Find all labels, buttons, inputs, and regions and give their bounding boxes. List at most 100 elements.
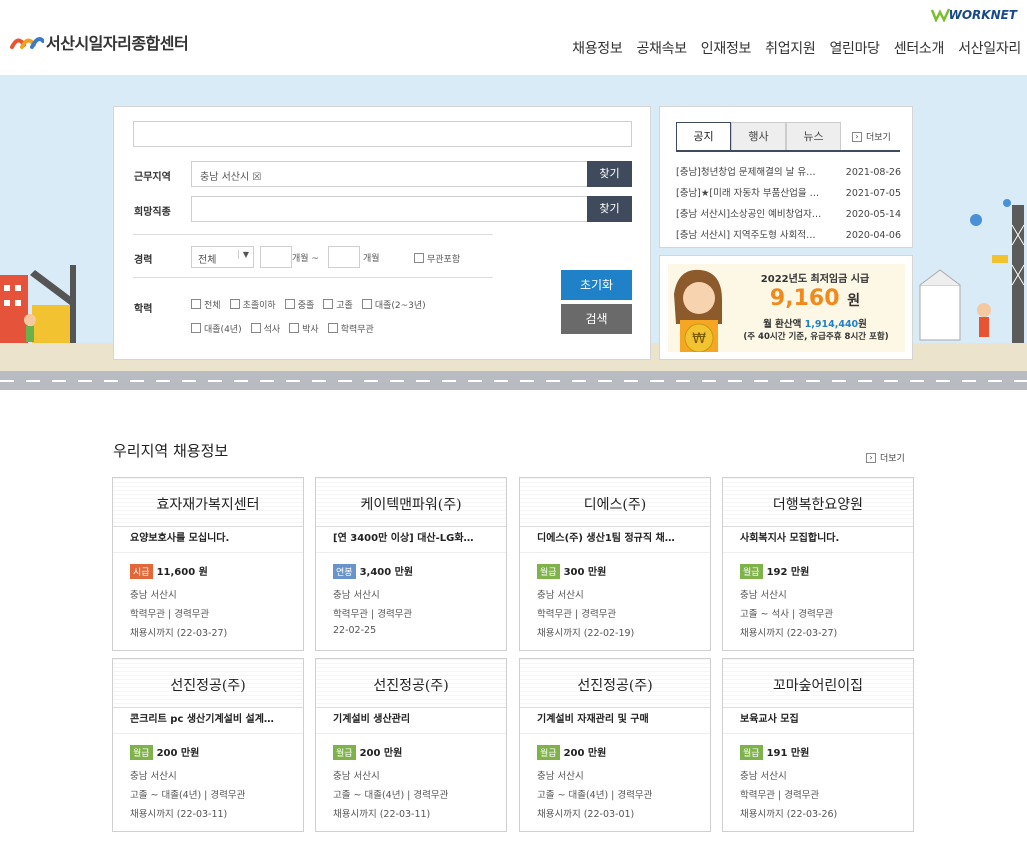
job-type-find-button[interactable]: 찾기	[587, 196, 632, 222]
nav-item-employment-support[interactable]: 취업지원	[765, 38, 816, 58]
job-deadline: 채용시까지 (22-02-19)	[537, 628, 635, 639]
job-card[interactable]: 디에스(주) 디에스(주) 생산1팀 정규직 채… 월급 300 만원 충남 서산시 학력…	[519, 477, 711, 651]
job-type-label: 희망직종	[134, 207, 171, 218]
pay-type-badge: 연봉	[333, 564, 356, 579]
job-card[interactable]: 케이텍맨파워(주) [연 3400만 이상] 대산-LG화… 연봉 3,400 만원 충…	[315, 477, 507, 651]
job-title: 기계설비 자재관리 및 구매	[520, 708, 710, 734]
banner-monthly: 월 환산액 1,914,440원	[730, 316, 900, 330]
company-name: 선진정공(주)	[113, 659, 303, 708]
job-card[interactable]: 선진정공(주) 기계설비 생산관리 월급 200 만원 충남 서산시 고졸 ~ 대졸(4년…	[315, 658, 507, 832]
job-card[interactable]: 꼬마숲어린이집 보육교사 모집 월급 191 만원 충남 서산시 학력무관 | 경력무관 채…	[722, 658, 914, 832]
company-name: 꼬마숲어린이집	[723, 659, 913, 708]
job-location: 충남 서산시	[333, 590, 380, 601]
main-nav: 채용정보 공채속보 인재정보 취업지원 열린마당 센터소개 서산일자리	[558, 38, 1021, 58]
pay-type-badge: 시급	[130, 564, 153, 579]
edu-option-any[interactable]: 학력무관	[327, 322, 374, 335]
pay-amount: 200 만원	[563, 748, 607, 759]
job-location: 충남 서산시	[537, 771, 584, 782]
notice-list: [충남]청년창업 문제해결의 날 유… 2021-08-26 [충남]★[미래 자…	[676, 162, 901, 246]
edu-option-master[interactable]: 석사	[250, 322, 281, 335]
pay-type-badge: 월급	[740, 564, 763, 579]
job-card[interactable]: 더행복한요양원 사회복지사 모집합니다. 월급 192 만원 충남 서산시 고졸 ~ 석사…	[722, 477, 914, 651]
keyword-input[interactable]	[133, 121, 632, 147]
pay-type-badge: 월급	[333, 745, 356, 760]
job-deadline: 22-02-25	[333, 625, 377, 636]
list-item[interactable]: [충남]★[미래 자동차 부품산업을 … 2021-07-05	[676, 183, 901, 204]
pay-row: 월급 200 만원	[537, 744, 693, 760]
edu-option-doctor[interactable]: 박사	[289, 322, 319, 335]
banner-line1: 2022년도 최저임금 시급	[760, 274, 870, 285]
edu-option-all[interactable]: 전체	[191, 298, 221, 311]
education-row-1: 전체 초졸이하 중졸 고졸 대졸(2~3년)	[191, 298, 426, 311]
checkbox-icon	[361, 299, 372, 309]
job-title: 콘크리트 pc 생산기계설비 설계…	[113, 708, 303, 734]
worknet-logo[interactable]: WORKNET	[930, 8, 1017, 22]
edu-option-high[interactable]: 고졸	[323, 298, 353, 311]
nav-item-open-forum[interactable]: 열린마당	[829, 38, 880, 58]
job-location: 충남 서산시	[740, 771, 787, 782]
nav-item-jobs[interactable]: 채용정보	[572, 38, 623, 58]
pay-amount: 200 만원	[359, 748, 403, 759]
pay-row: 월급 200 만원	[333, 744, 489, 760]
job-card[interactable]: 선진정공(주) 기계설비 자재관리 및 구매 월급 200 만원 충남 서산시 고졸 ~ …	[519, 658, 711, 832]
hero-illustration-left	[0, 265, 76, 345]
pay-amount: 200 만원	[156, 748, 200, 759]
banner-amount: 9,160 원	[730, 286, 900, 311]
site-logo[interactable]: 서산시일자리종합센터	[10, 30, 189, 54]
region-field[interactable]: 충남 서산시 ☒	[191, 161, 588, 187]
career-select-value: 전체	[198, 255, 217, 266]
list-item[interactable]: [충남 서산시] 지역주도형 사회적… 2020-04-06	[676, 225, 901, 246]
nav-item-seosan-jobs[interactable]: 서산일자리	[958, 38, 1021, 58]
edu-option-elementary[interactable]: 초졸이하	[229, 298, 276, 311]
tab-event[interactable]: 행사	[731, 122, 786, 150]
region-find-button[interactable]: 찾기	[587, 161, 632, 187]
pay-row: 월급 200 만원	[130, 744, 286, 760]
career-select[interactable]: 전체 ▼	[191, 246, 254, 268]
list-item[interactable]: [충남 서산시]소상공인 예비창업자… 2020-05-14	[676, 204, 901, 225]
nav-item-talent[interactable]: 인재정보	[701, 38, 752, 58]
company-name: 케이텍맨파워(주)	[316, 478, 506, 527]
career-any-checkbox[interactable]: 무관포함	[414, 252, 460, 265]
edu-option-middle[interactable]: 중졸	[284, 298, 315, 311]
nav-item-center-intro[interactable]: 센터소개	[894, 38, 945, 58]
list-item[interactable]: [충남]청년창업 문제해결의 날 유… 2021-08-26	[676, 162, 901, 183]
job-card[interactable]: 효자재가복지센터 요양보호사를 모십니다. 시급 11,600 원 충남 서산시 학력무관…	[112, 477, 304, 651]
career-to-input[interactable]	[328, 246, 360, 268]
pay-row: 월급 191 만원	[740, 744, 896, 760]
job-location: 충남 서산시	[740, 590, 787, 601]
job-type-field[interactable]	[191, 196, 588, 222]
edu-option-university[interactable]: 대졸(4년)	[191, 322, 242, 335]
pay-type-badge: 월급	[537, 564, 560, 579]
reset-button[interactable]: 초기화	[561, 270, 632, 300]
hero-illustration-right	[919, 199, 1025, 345]
career-label: 경력	[134, 255, 153, 266]
job-card[interactable]: 선진정공(주) 콘크리트 pc 생산기계설비 설계… 월급 200 만원 충남 서산시 고…	[112, 658, 304, 832]
job-title: [연 3400만 이상] 대산-LG화…	[316, 527, 506, 553]
edu-option-college[interactable]: 대졸(2~3년)	[361, 298, 426, 311]
edu-option-label: 중졸	[297, 301, 315, 311]
edu-option-label: 대졸(2~3년)	[374, 301, 426, 311]
notice-more-link[interactable]: › 더보기	[852, 130, 891, 143]
career-from-input[interactable]	[260, 246, 292, 268]
divider	[133, 277, 493, 278]
pay-amount: 191 만원	[766, 748, 810, 759]
edu-option-label: 석사	[263, 325, 281, 335]
job-details: 월급 200 만원 충남 서산시 고졸 ~ 대졸(4년) | 경력무관 채용시까지 (2…	[520, 734, 710, 825]
job-details: 월급 200 만원 충남 서산시 고졸 ~ 대졸(4년) | 경력무관 채용시까지 (2…	[113, 734, 303, 825]
jobs-more-link[interactable]: › 더보기	[866, 451, 905, 464]
nav-item-public-recruit[interactable]: 공채속보	[636, 38, 687, 58]
career-to-unit: 개월	[363, 254, 380, 264]
job-requirements: 학력무관 | 경력무관	[537, 609, 617, 620]
tab-notice[interactable]: 공지	[676, 122, 731, 150]
edu-option-label: 박사	[302, 325, 319, 335]
search-button[interactable]: 검색	[561, 304, 632, 334]
min-wage-banner[interactable]: ₩ 2022년도 최저임금 시급 9,160 원 월 환산액 1,914,440…	[659, 255, 913, 360]
notice-date: 2020-05-14	[845, 209, 901, 220]
tab-news[interactable]: 뉴스	[786, 122, 841, 150]
checkbox-icon	[229, 299, 240, 309]
notice-title: [충남]★[미래 자동차 부품산업을 …	[676, 188, 820, 199]
edu-option-label: 고졸	[336, 301, 353, 311]
checkbox-icon	[250, 323, 261, 333]
job-details: 시급 11,600 원 충남 서산시 학력무관 | 경력무관 채용시까지 (22-03-…	[113, 553, 303, 644]
pay-type-badge: 월급	[740, 745, 763, 760]
